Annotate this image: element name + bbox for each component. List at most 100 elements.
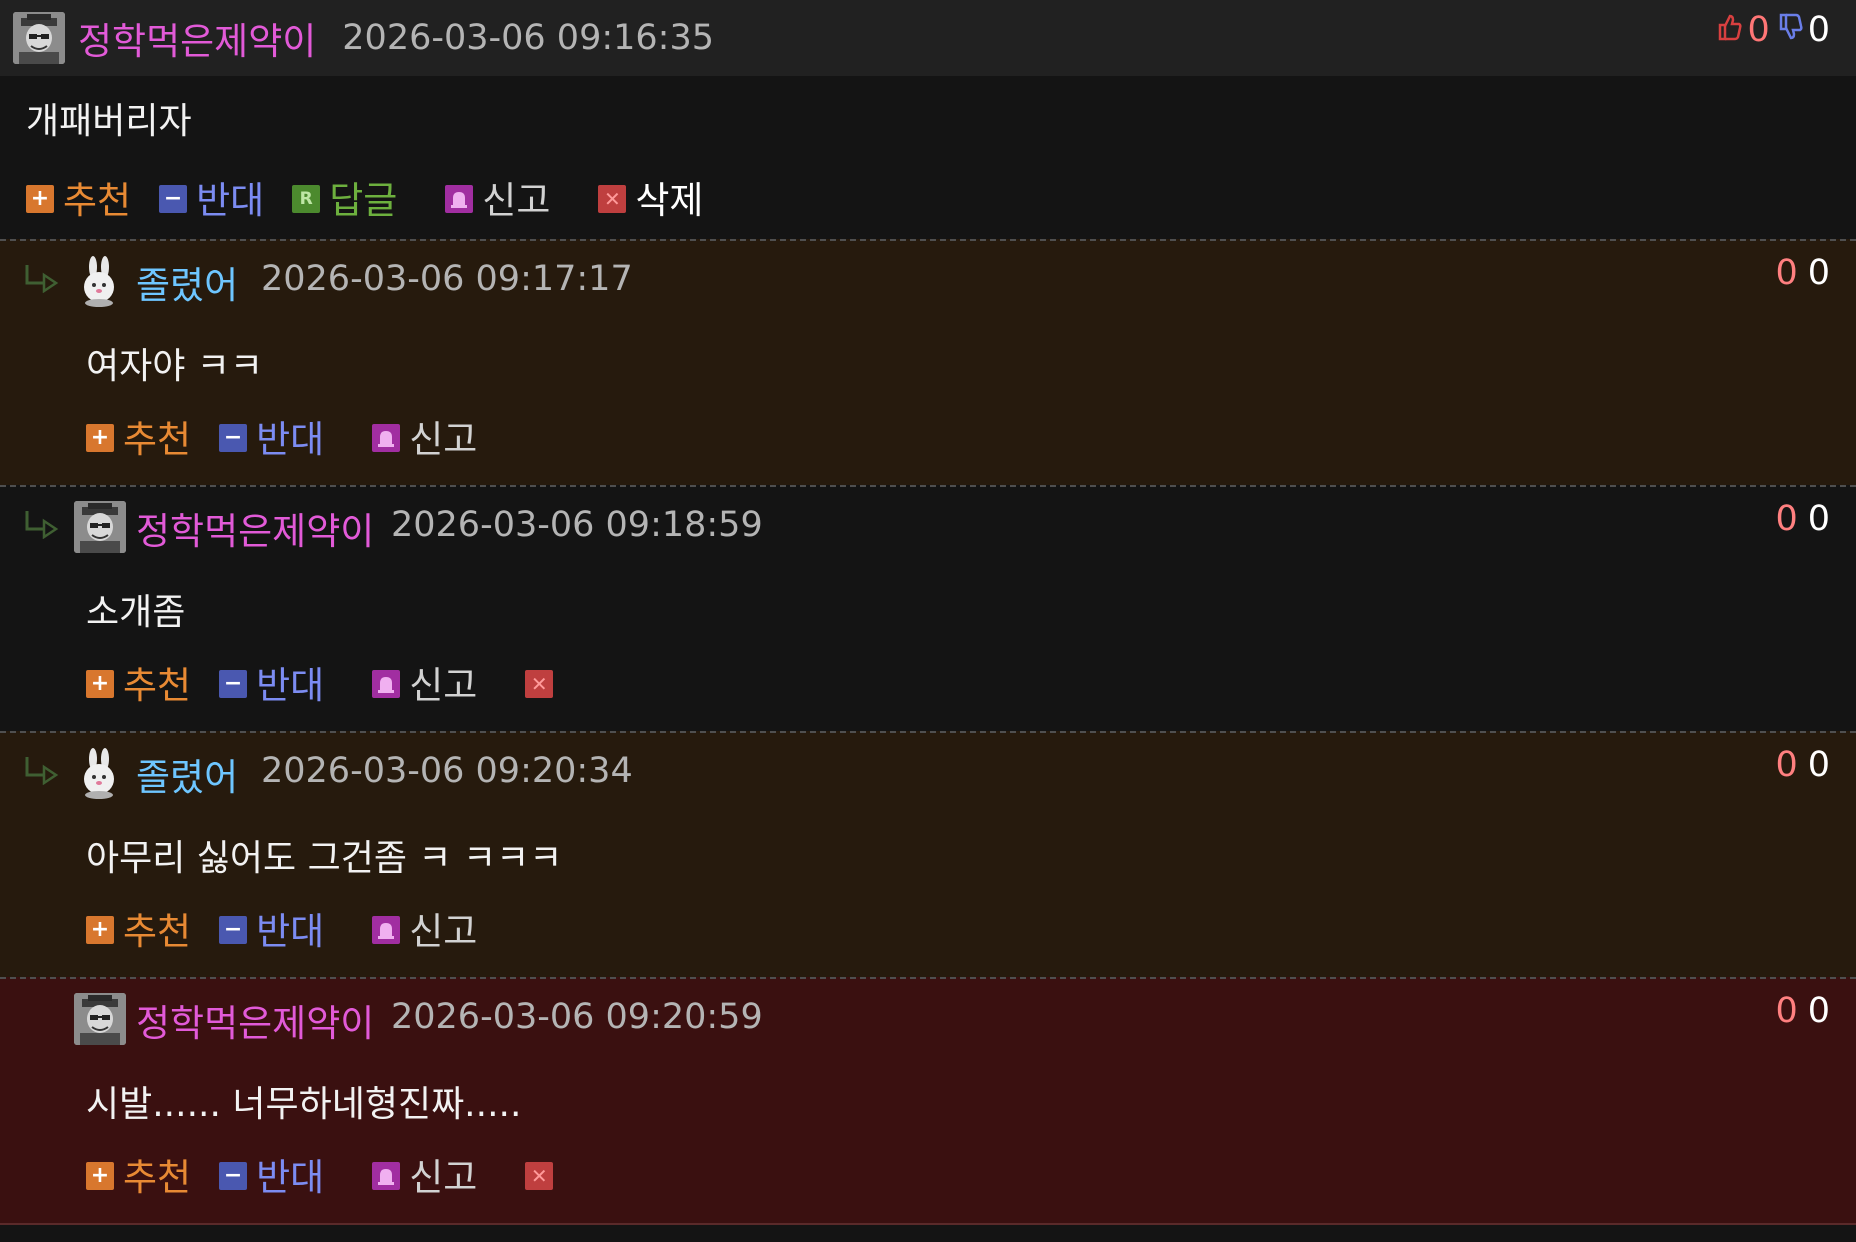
plus-icon: + xyxy=(86,1162,114,1190)
recommend-label: 추천 xyxy=(123,910,192,953)
close-icon: ✕ xyxy=(598,185,627,213)
reply-actions: + 추천 − 반대 신고 ✕ xyxy=(86,1147,562,1201)
up-count: 0 xyxy=(1747,10,1770,50)
plus-icon: + xyxy=(86,670,114,698)
comment-text: 개패버리자 xyxy=(26,101,192,142)
vote-summary: 00 xyxy=(1775,991,1830,1031)
reply-arrow-icon xyxy=(24,263,60,297)
reply-text: 시발...... 너무하네형진짜..... xyxy=(86,1084,522,1125)
rabbit-avatar-icon[interactable] xyxy=(74,255,126,307)
report-button[interactable]: 신고 xyxy=(445,170,550,224)
recommend-label: 추천 xyxy=(63,179,132,222)
siren-icon xyxy=(372,916,401,944)
reply-item: 졸렸어 2026-03-06 09:20:34 00 아무리 싫어도 그건좀 ㅋ… xyxy=(0,731,1856,977)
reply-icon: R xyxy=(292,185,321,213)
plus-icon: + xyxy=(86,424,114,452)
recommend-button[interactable]: + 추천 xyxy=(86,901,191,955)
comment-date: 2026-03-06 09:16:35 xyxy=(342,18,715,58)
user-avatar[interactable] xyxy=(13,12,65,64)
delete-button[interactable]: ✕ xyxy=(525,666,562,698)
recommend-button[interactable]: + 추천 xyxy=(86,1147,191,1201)
rabbit-avatar-icon[interactable] xyxy=(74,747,126,799)
down-count: 0 xyxy=(1807,253,1830,293)
minus-icon: − xyxy=(219,916,248,944)
vote-summary: 00 xyxy=(1775,253,1830,293)
reply-arrow-icon xyxy=(24,509,60,543)
siren-icon xyxy=(372,424,401,452)
oppose-button[interactable]: − 반대 xyxy=(219,655,324,709)
author-nickname[interactable]: 정학먹은제약이 xyxy=(136,501,374,555)
siren-icon xyxy=(445,185,474,213)
oppose-label: 반대 xyxy=(256,664,325,707)
reply-item: 졸렸어 2026-03-06 09:17:17 00 여자야 ㅋㅋ + 추천 −… xyxy=(0,239,1856,485)
minus-icon: − xyxy=(219,1162,248,1190)
up-count: 0 xyxy=(1775,253,1798,293)
report-button[interactable]: 신고 xyxy=(372,409,477,463)
delete-button[interactable]: ✕ xyxy=(525,1158,562,1190)
thumbs-down-icon xyxy=(1778,10,1804,50)
recommend-button[interactable]: + 추천 xyxy=(86,409,191,463)
reply-text: 여자야 ㅋㅋ xyxy=(86,346,264,387)
recommend-label: 추천 xyxy=(123,418,192,461)
up-count: 0 xyxy=(1775,991,1798,1031)
oppose-button[interactable]: − 반대 xyxy=(219,1147,324,1201)
minus-icon: − xyxy=(159,185,188,213)
author-nickname[interactable]: 졸렸어 xyxy=(136,747,238,801)
oppose-button[interactable]: − 반대 xyxy=(159,170,264,224)
user-avatar[interactable] xyxy=(74,501,126,553)
reply-actions: + 추천 − 반대 신고 xyxy=(86,901,477,955)
oppose-label: 반대 xyxy=(256,910,325,953)
report-button[interactable]: 신고 xyxy=(372,901,477,955)
report-button[interactable]: 신고 xyxy=(372,655,477,709)
recommend-label: 추천 xyxy=(123,664,192,707)
author-nickname[interactable]: 정학먹은제약이 xyxy=(78,11,316,65)
minus-icon: − xyxy=(219,670,248,698)
reply-date: 2026-03-06 09:20:59 xyxy=(391,997,763,1037)
recommend-button[interactable]: + 추천 xyxy=(26,170,131,224)
down-count: 0 xyxy=(1807,991,1830,1031)
down-count: 0 xyxy=(1807,10,1830,50)
recommend-label: 추천 xyxy=(123,1156,192,1199)
report-label: 신고 xyxy=(409,418,478,461)
reply-item: 정학먹은제약이 2026-03-06 09:18:59 00 소개좀 + 추천 … xyxy=(0,485,1856,731)
recommend-button[interactable]: + 추천 xyxy=(86,655,191,709)
delete-button[interactable]: ✕ 삭제 xyxy=(598,170,703,224)
vote-summary: 00 xyxy=(1775,499,1830,539)
comment-header: 정학먹은제약이 2026-03-06 09:16:35 0 0 xyxy=(0,0,1856,76)
report-label: 신고 xyxy=(482,179,551,222)
user-avatar[interactable] xyxy=(74,993,126,1045)
oppose-button[interactable]: − 반대 xyxy=(219,409,324,463)
author-nickname[interactable]: 졸렸어 xyxy=(136,255,238,309)
reply-actions: + 추천 − 반대 신고 ✕ xyxy=(86,655,562,709)
up-count: 0 xyxy=(1775,745,1798,785)
plus-icon: + xyxy=(26,185,54,213)
close-icon: ✕ xyxy=(525,670,554,698)
report-label: 신고 xyxy=(409,664,478,707)
up-count: 0 xyxy=(1775,499,1798,539)
siren-icon xyxy=(372,670,401,698)
oppose-button[interactable]: − 반대 xyxy=(219,901,324,955)
oppose-label: 반대 xyxy=(256,1156,325,1199)
report-label: 신고 xyxy=(409,910,478,953)
comment-body: 개패버리자 + 추천 − 반대 R 답글 신고 ✕ 삭제 xyxy=(0,76,1856,239)
reply-actions: + 추천 − 반대 신고 xyxy=(86,409,477,463)
down-count: 0 xyxy=(1807,499,1830,539)
report-button[interactable]: 신고 xyxy=(372,1147,477,1201)
reply-label: 답글 xyxy=(329,179,398,222)
reply-text: 소개좀 xyxy=(86,592,186,633)
reply-date: 2026-03-06 09:20:34 xyxy=(261,751,633,791)
vote-summary: 0 0 xyxy=(1717,10,1830,50)
siren-icon xyxy=(372,1162,401,1190)
minus-icon: − xyxy=(219,424,248,452)
oppose-label: 반대 xyxy=(256,418,325,461)
author-nickname[interactable]: 정학먹은제약이 xyxy=(136,993,374,1047)
reply-date: 2026-03-06 09:17:17 xyxy=(261,259,633,299)
reply-text: 아무리 싫어도 그건좀 ㅋ ㅋㅋㅋ xyxy=(86,838,563,879)
close-icon: ✕ xyxy=(525,1162,554,1190)
reply-date: 2026-03-06 09:18:59 xyxy=(391,505,763,545)
plus-icon: + xyxy=(86,916,114,944)
reply-button[interactable]: R 답글 xyxy=(292,170,397,224)
reply-arrow-icon xyxy=(24,755,60,789)
delete-label: 삭제 xyxy=(635,179,704,222)
vote-summary: 00 xyxy=(1775,745,1830,785)
